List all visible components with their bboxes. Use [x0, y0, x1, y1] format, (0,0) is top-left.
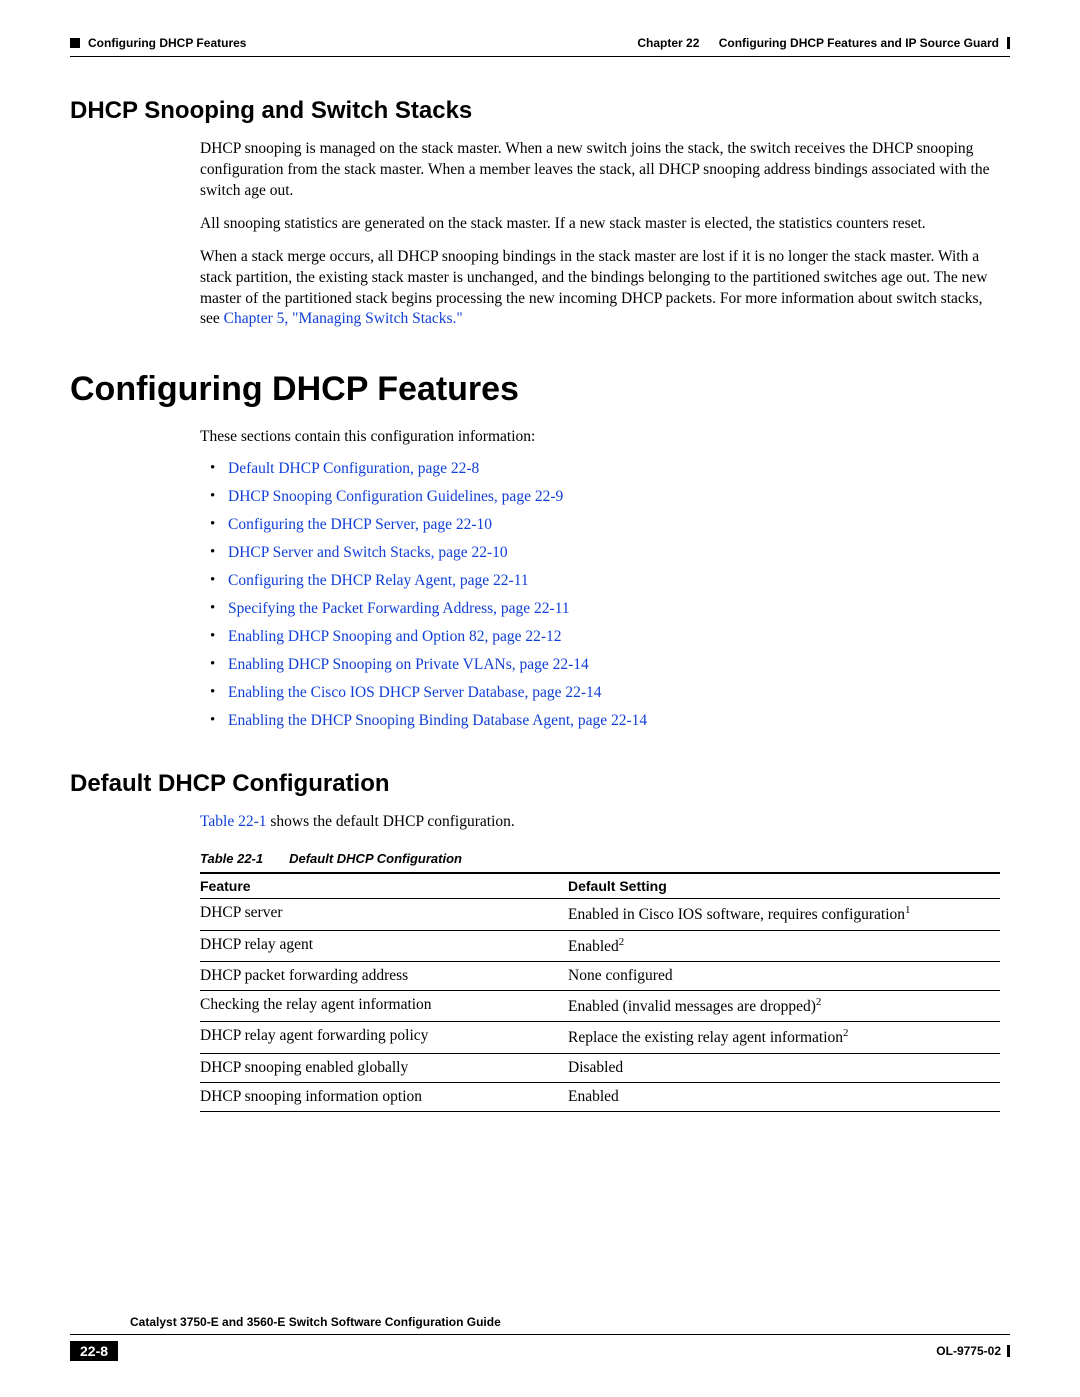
cell-default: Replace the existing relay agent informa…: [568, 1022, 1000, 1053]
cell-feature: DHCP snooping information option: [200, 1082, 568, 1111]
th-feature: Feature: [200, 873, 568, 899]
heading-default-config: Default DHCP Configuration: [70, 770, 1010, 798]
header-bar-icon: [1007, 37, 1010, 49]
cell-feature: DHCP server: [200, 899, 568, 930]
toc-link[interactable]: DHCP Server and Switch Stacks, page 22-1…: [228, 544, 508, 561]
para-snooping-2: All snooping statistics are generated on…: [200, 214, 1000, 235]
header-chapter-label: Chapter 22: [637, 36, 699, 50]
cell-default: Enabled (invalid messages are dropped)2: [568, 990, 1000, 1021]
toc-link[interactable]: Configuring the DHCP Relay Agent, page 2…: [228, 572, 529, 589]
header-rule: [70, 56, 1010, 57]
table-row: Checking the relay agent informationEnab…: [200, 990, 1000, 1021]
link-managing-switch-stacks[interactable]: Chapter 5, "Managing Switch Stacks.": [224, 310, 463, 327]
header-section: Configuring DHCP Features: [88, 36, 246, 50]
toc-link[interactable]: Enabling DHCP Snooping on Private VLANs,…: [228, 656, 589, 673]
toc-link[interactable]: Default DHCP Configuration, page 22-8: [228, 460, 479, 477]
cell-default: Disabled: [568, 1053, 1000, 1082]
para-snooping-1: DHCP snooping is managed on the stack ma…: [200, 139, 1000, 202]
footer-rule: [70, 1334, 1010, 1335]
table-row: DHCP snooping enabled globallyDisabled: [200, 1053, 1000, 1082]
cell-default: Enabled2: [568, 930, 1000, 961]
para-snooping-3: When a stack merge occurs, all DHCP snoo…: [200, 247, 1000, 331]
cell-default: Enabled in Cisco IOS software, requires …: [568, 899, 1000, 930]
para-default-intro: Table 22-1 shows the default DHCP config…: [200, 812, 1000, 833]
table-row: DHCP packet forwarding addressNone confi…: [200, 961, 1000, 990]
toc-link[interactable]: Configuring the DHCP Server, page 22-10: [228, 516, 492, 533]
footer-bar-icon: [1007, 1345, 1010, 1357]
para-intro: These sections contain this configuratio…: [200, 427, 1000, 448]
link-table-22-1[interactable]: Table 22-1: [200, 813, 267, 830]
toc-link[interactable]: Specifying the Packet Forwarding Address…: [228, 600, 570, 617]
table-default-config: Feature Default Setting DHCP serverEnabl…: [200, 872, 1000, 1112]
page-number: 22-8: [70, 1341, 118, 1361]
th-default: Default Setting: [568, 873, 1000, 899]
cell-feature: DHCP relay agent: [200, 930, 568, 961]
table-row: DHCP relay agentEnabled2: [200, 930, 1000, 961]
doc-id: OL-9775-02: [936, 1344, 1010, 1358]
header-chapter-title: Configuring DHCP Features and IP Source …: [719, 36, 999, 50]
table-row: DHCP relay agent forwarding policyReplac…: [200, 1022, 1000, 1053]
cell-feature: DHCP snooping enabled globally: [200, 1053, 568, 1082]
table-row: DHCP serverEnabled in Cisco IOS software…: [200, 899, 1000, 930]
toc-link[interactable]: DHCP Snooping Configuration Guidelines, …: [228, 488, 563, 505]
footer-guide-title: Catalyst 3750-E and 3560-E Switch Softwa…: [130, 1315, 501, 1329]
table-row: DHCP snooping information optionEnabled: [200, 1082, 1000, 1111]
heading-snooping-stacks: DHCP Snooping and Switch Stacks: [70, 97, 1010, 125]
toc-list: Default DHCP Configuration, page 22-8 DH…: [200, 460, 1000, 730]
header-marker-icon: [70, 38, 80, 48]
toc-link[interactable]: Enabling DHCP Snooping and Option 82, pa…: [228, 628, 562, 645]
toc-link[interactable]: Enabling the DHCP Snooping Binding Datab…: [228, 712, 647, 729]
heading-configuring-dhcp: Configuring DHCP Features: [70, 370, 1010, 409]
cell-feature: Checking the relay agent information: [200, 990, 568, 1021]
toc-link[interactable]: Enabling the Cisco IOS DHCP Server Datab…: [228, 684, 602, 701]
table-caption: Table 22-1Default DHCP Configuration: [200, 851, 1000, 866]
cell-feature: DHCP relay agent forwarding policy: [200, 1022, 568, 1053]
cell-default: None configured: [568, 961, 1000, 990]
cell-default: Enabled: [568, 1082, 1000, 1111]
cell-feature: DHCP packet forwarding address: [200, 961, 568, 990]
